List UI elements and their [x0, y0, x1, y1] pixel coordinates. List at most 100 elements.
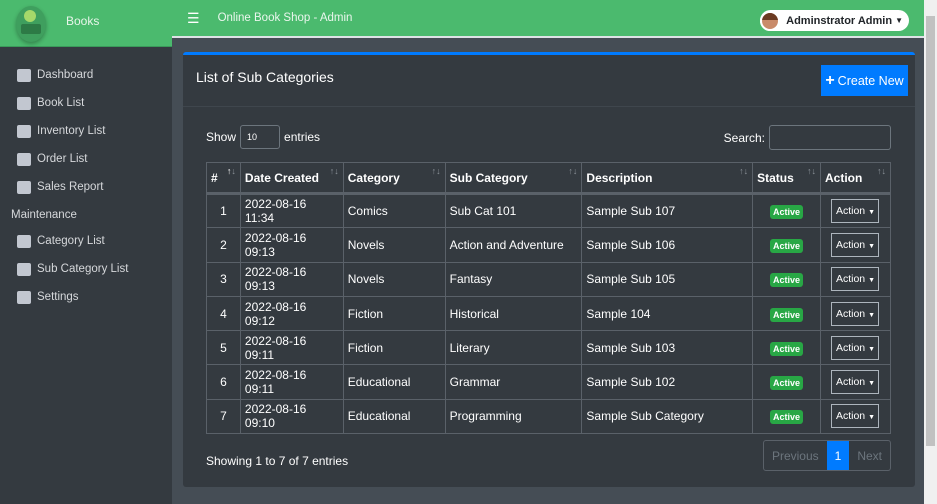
table-row: 1 2022-08-16 11:34 Comics Sub Cat 101 Sample… [206, 192, 892, 229]
page-scrollbar[interactable] [924, 0, 937, 504]
action-label: Action [835, 273, 866, 286]
column-label: Date Created [244, 170, 319, 185]
action-dropdown-button[interactable]: Action ▼ [831, 232, 880, 257]
column-header[interactable]: Action ↑↓ [819, 162, 892, 195]
cogs-icon [17, 290, 31, 304]
table-row: 7 2022-08-16 09:10 Educational Programming S… [206, 398, 892, 435]
page-1-button[interactable]: 1 [826, 441, 850, 470]
sidebar-item-dashboard[interactable]: Dashboard [0, 61, 172, 89]
sidebar-item-sub-category-list[interactable]: Sub Category List [0, 255, 172, 283]
action-dropdown-button[interactable]: Action ▼ [831, 404, 880, 429]
user-menu-button[interactable]: Adminstrator Admin ▼ [760, 10, 909, 31]
sidebar-item-book-list[interactable]: Book List [0, 89, 172, 117]
entries-select[interactable] [240, 125, 281, 149]
top-navbar: ☰ Online Book Shop - Admin Adminstrator … [172, 0, 924, 38]
brand-link[interactable]: Books [0, 0, 172, 47]
action-cell: Action ▼ [819, 295, 892, 332]
sidebar-item-label: Settings [37, 291, 79, 303]
search-input[interactable] [769, 125, 891, 150]
column-label: Status [757, 170, 794, 185]
sidebar-item-label: Order List [37, 153, 88, 165]
sidebar: Books Dashboard Book List Inventory List Or… [0, 0, 172, 504]
table-search: Search: [724, 125, 891, 150]
sort-icon: ↑↓ [329, 166, 339, 176]
column-header[interactable]: Description ↑↓ [581, 162, 754, 195]
column-header[interactable]: Status ↑↓ [752, 162, 821, 195]
category-cell: Fiction [342, 330, 446, 366]
action-dropdown-button[interactable]: Action ▼ [831, 267, 880, 292]
sort-icon: ↑↓ [431, 166, 441, 176]
avatar [760, 10, 781, 31]
sidebar-item-label: Sales Report [37, 181, 104, 193]
description-cell: Sample Sub 107 [581, 192, 754, 229]
sort-icon: ↑↓ [806, 166, 816, 176]
action-cell: Action ▼ [819, 227, 892, 263]
sidebar-item-inventory-list[interactable]: Inventory List [0, 117, 172, 145]
status-badge: Active [770, 205, 804, 220]
dashboard-icon [17, 68, 31, 82]
action-cell: Action ▼ [819, 398, 892, 435]
sort-icon: ↑↓ [226, 166, 236, 176]
action-dropdown-button[interactable]: Action ▼ [831, 301, 880, 326]
sub-category-cell: Grammar [444, 364, 583, 400]
caret-down-icon: ▼ [868, 380, 875, 388]
column-header[interactable]: Sub Category ↑↓ [444, 162, 583, 195]
caret-down-icon: ▼ [868, 414, 875, 422]
table-row: 4 2022-08-16 09:12 Fiction Historical Sample… [206, 295, 892, 332]
status-badge: Active [770, 238, 804, 253]
sidebar-item-order-list[interactable]: Order List [0, 145, 172, 173]
column-label: Category [347, 170, 400, 185]
sub-category-card: List of Sub Categories + Create New Show … [183, 52, 915, 487]
app-title: Online Book Shop - Admin [217, 12, 353, 24]
table-row: 6 2022-08-16 09:11 Educational Grammar Sampl… [206, 364, 892, 400]
table-info: Showing 1 to 7 of 7 entries [206, 454, 349, 468]
caret-down-icon: ▼ [868, 311, 875, 319]
row-number: 7 [206, 398, 241, 435]
sidebar-item-sales-report[interactable]: Sales Report [0, 173, 172, 201]
table-icon [17, 262, 31, 276]
sidebar-item-label: Category List [37, 235, 105, 247]
sidebar-nav: Dashboard Book List Inventory List Order Li… [0, 47, 172, 311]
pagination: Previous 1 Next [762, 440, 891, 471]
next-button[interactable]: Next [849, 441, 890, 470]
plus-icon: + [825, 71, 835, 89]
clipboard-icon [17, 124, 31, 138]
previous-button[interactable]: Previous [764, 441, 827, 470]
sort-icon: ↑↓ [739, 166, 749, 176]
description-cell: Sample 104 [581, 295, 754, 332]
category-cell: Novels [342, 261, 446, 297]
menu-toggle-icon[interactable]: ☰ [187, 10, 200, 27]
row-number: 6 [206, 364, 241, 400]
action-cell: Action ▼ [819, 330, 892, 366]
sidebar-item-category-list[interactable]: Category List [0, 227, 172, 255]
column-header[interactable]: Category ↑↓ [342, 162, 446, 195]
action-dropdown-button[interactable]: Action ▼ [831, 370, 880, 395]
column-header[interactable]: # ↑↓ [206, 162, 241, 195]
status-badge: Active [770, 376, 804, 391]
action-dropdown-button[interactable]: Action ▼ [831, 199, 880, 224]
scrollbar-thumb[interactable] [926, 16, 935, 446]
action-label: Action [835, 238, 866, 251]
caret-down-icon: ▼ [868, 277, 875, 285]
sub-category-cell: Sub Cat 101 [444, 192, 583, 229]
category-cell: Educational [342, 364, 446, 400]
action-label: Action [835, 205, 866, 218]
create-new-button[interactable]: + Create New [821, 65, 908, 96]
category-cell: Comics [342, 192, 446, 229]
status-badge: Active [770, 341, 804, 356]
sidebar-item-settings[interactable]: Settings [0, 283, 172, 311]
table-row: 2 2022-08-16 09:13 Novels Action and Advent… [206, 227, 892, 263]
column-label: # [211, 170, 218, 185]
category-cell: Educational [342, 398, 446, 435]
caret-down-icon: ▼ [868, 242, 875, 250]
sidebar-item-label: Inventory List [37, 125, 106, 137]
action-dropdown-button[interactable]: Action ▼ [831, 335, 880, 360]
show-label: Show [206, 130, 237, 144]
table-row: 5 2022-08-16 09:11 Fiction Literary Sample S… [206, 330, 892, 366]
caret-down-icon: ▼ [868, 345, 875, 353]
action-label: Action [835, 410, 866, 423]
column-header[interactable]: Date Created ↑↓ [239, 162, 344, 195]
action-cell: Action ▼ [819, 261, 892, 297]
status-cell: Active [752, 364, 821, 400]
card-header: List of Sub Categories + Create New [183, 55, 915, 107]
